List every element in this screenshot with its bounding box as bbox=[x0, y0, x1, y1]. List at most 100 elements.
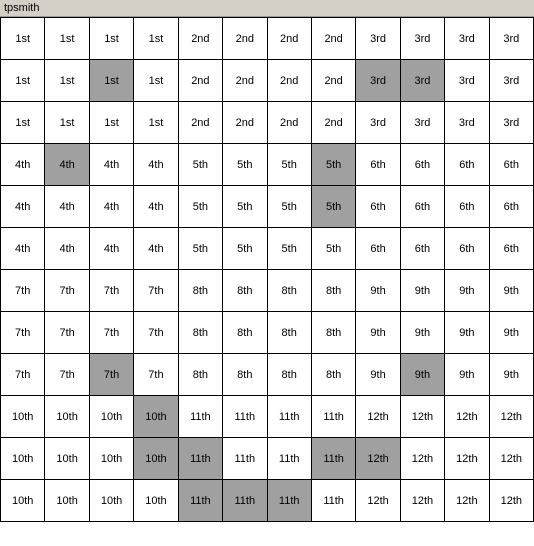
table-row: 10th bbox=[45, 396, 89, 438]
table-row: 4th bbox=[90, 186, 134, 228]
table-row: 7th bbox=[90, 354, 134, 396]
table-row: 10th bbox=[1, 480, 45, 522]
table-row: 12th bbox=[401, 480, 445, 522]
table-row: 2nd bbox=[268, 102, 312, 144]
table-row: 5th bbox=[268, 144, 312, 186]
table-row: 4th bbox=[1, 144, 45, 186]
table-row: 9th bbox=[445, 354, 489, 396]
table-row: 11th bbox=[268, 480, 312, 522]
table-row: 9th bbox=[445, 312, 489, 354]
table-row: 3rd bbox=[490, 102, 534, 144]
table-row: 9th bbox=[445, 270, 489, 312]
table-row: 9th bbox=[356, 354, 400, 396]
table-row: 10th bbox=[90, 396, 134, 438]
table-row: 2nd bbox=[268, 60, 312, 102]
table-row: 7th bbox=[1, 354, 45, 396]
table-row: 3rd bbox=[445, 102, 489, 144]
table-row: 5th bbox=[312, 228, 356, 270]
table-row: 11th bbox=[223, 396, 267, 438]
table-row: 3rd bbox=[401, 102, 445, 144]
table-row: 6th bbox=[401, 144, 445, 186]
table-row: 1st bbox=[90, 18, 134, 60]
table-row: 8th bbox=[223, 354, 267, 396]
table-row: 11th bbox=[312, 438, 356, 480]
table-row: 3rd bbox=[401, 60, 445, 102]
table-row: 7th bbox=[134, 354, 178, 396]
table-row: 2nd bbox=[312, 18, 356, 60]
table-row: 11th bbox=[179, 438, 223, 480]
table-row: 2nd bbox=[268, 18, 312, 60]
table-row: 4th bbox=[90, 144, 134, 186]
table-row: 8th bbox=[268, 354, 312, 396]
table-row: 6th bbox=[401, 186, 445, 228]
table-row: 6th bbox=[401, 228, 445, 270]
table-row: 9th bbox=[401, 270, 445, 312]
table-row: 5th bbox=[179, 144, 223, 186]
table-row: 10th bbox=[90, 480, 134, 522]
table-row: 1st bbox=[45, 60, 89, 102]
table-row: 12th bbox=[356, 480, 400, 522]
table-row: 9th bbox=[401, 354, 445, 396]
table-row: 7th bbox=[45, 270, 89, 312]
table-row: 8th bbox=[223, 312, 267, 354]
table-row: 3rd bbox=[445, 60, 489, 102]
table-row: 2nd bbox=[223, 60, 267, 102]
table-row: 9th bbox=[356, 270, 400, 312]
table-row: 10th bbox=[134, 480, 178, 522]
app-title: tpsmith bbox=[4, 2, 39, 14]
table-row: 4th bbox=[45, 144, 89, 186]
table-row: 1st bbox=[1, 18, 45, 60]
table-row: 7th bbox=[134, 270, 178, 312]
table-row: 5th bbox=[268, 186, 312, 228]
table-row: 11th bbox=[312, 480, 356, 522]
table-row: 1st bbox=[90, 60, 134, 102]
table-row: 2nd bbox=[312, 102, 356, 144]
table-row: 2nd bbox=[312, 60, 356, 102]
table-row: 9th bbox=[356, 312, 400, 354]
table-row: 6th bbox=[445, 186, 489, 228]
table-row: 6th bbox=[445, 144, 489, 186]
table-row: 1st bbox=[45, 102, 89, 144]
table-row: 6th bbox=[356, 186, 400, 228]
table-row: 10th bbox=[134, 438, 178, 480]
table-row: 8th bbox=[179, 354, 223, 396]
table-row: 5th bbox=[312, 144, 356, 186]
table-row: 7th bbox=[45, 354, 89, 396]
table-row: 8th bbox=[312, 312, 356, 354]
table-row: 12th bbox=[490, 396, 534, 438]
title-bar: tpsmith bbox=[0, 0, 534, 17]
table-row: 6th bbox=[490, 228, 534, 270]
table-row: 1st bbox=[90, 102, 134, 144]
table-row: 6th bbox=[445, 228, 489, 270]
table-row: 3rd bbox=[445, 18, 489, 60]
table-row: 12th bbox=[490, 480, 534, 522]
table-row: 12th bbox=[356, 438, 400, 480]
table-row: 8th bbox=[179, 312, 223, 354]
table-row: 4th bbox=[134, 228, 178, 270]
table-row: 10th bbox=[45, 480, 89, 522]
table-row: 10th bbox=[1, 396, 45, 438]
table-row: 7th bbox=[1, 312, 45, 354]
table-row: 1st bbox=[134, 102, 178, 144]
table-row: 1st bbox=[1, 60, 45, 102]
table-row: 6th bbox=[490, 144, 534, 186]
table-row: 10th bbox=[90, 438, 134, 480]
table-row: 5th bbox=[179, 186, 223, 228]
table-row: 3rd bbox=[356, 18, 400, 60]
table-row: 2nd bbox=[223, 18, 267, 60]
table-row: 6th bbox=[490, 186, 534, 228]
grid-container: 1st1st1st1st2nd2nd2nd2nd3rd3rd3rd3rd1st1… bbox=[0, 17, 534, 522]
table-row: 10th bbox=[134, 396, 178, 438]
table-row: 12th bbox=[401, 396, 445, 438]
table-row: 4th bbox=[90, 228, 134, 270]
table-row: 1st bbox=[134, 18, 178, 60]
table-row: 8th bbox=[223, 270, 267, 312]
table-row: 3rd bbox=[490, 60, 534, 102]
table-row: 6th bbox=[356, 144, 400, 186]
table-row: 9th bbox=[490, 270, 534, 312]
table-row: 1st bbox=[134, 60, 178, 102]
table-row: 8th bbox=[312, 354, 356, 396]
table-row: 2nd bbox=[179, 102, 223, 144]
table-row: 9th bbox=[490, 354, 534, 396]
table-row: 8th bbox=[268, 270, 312, 312]
